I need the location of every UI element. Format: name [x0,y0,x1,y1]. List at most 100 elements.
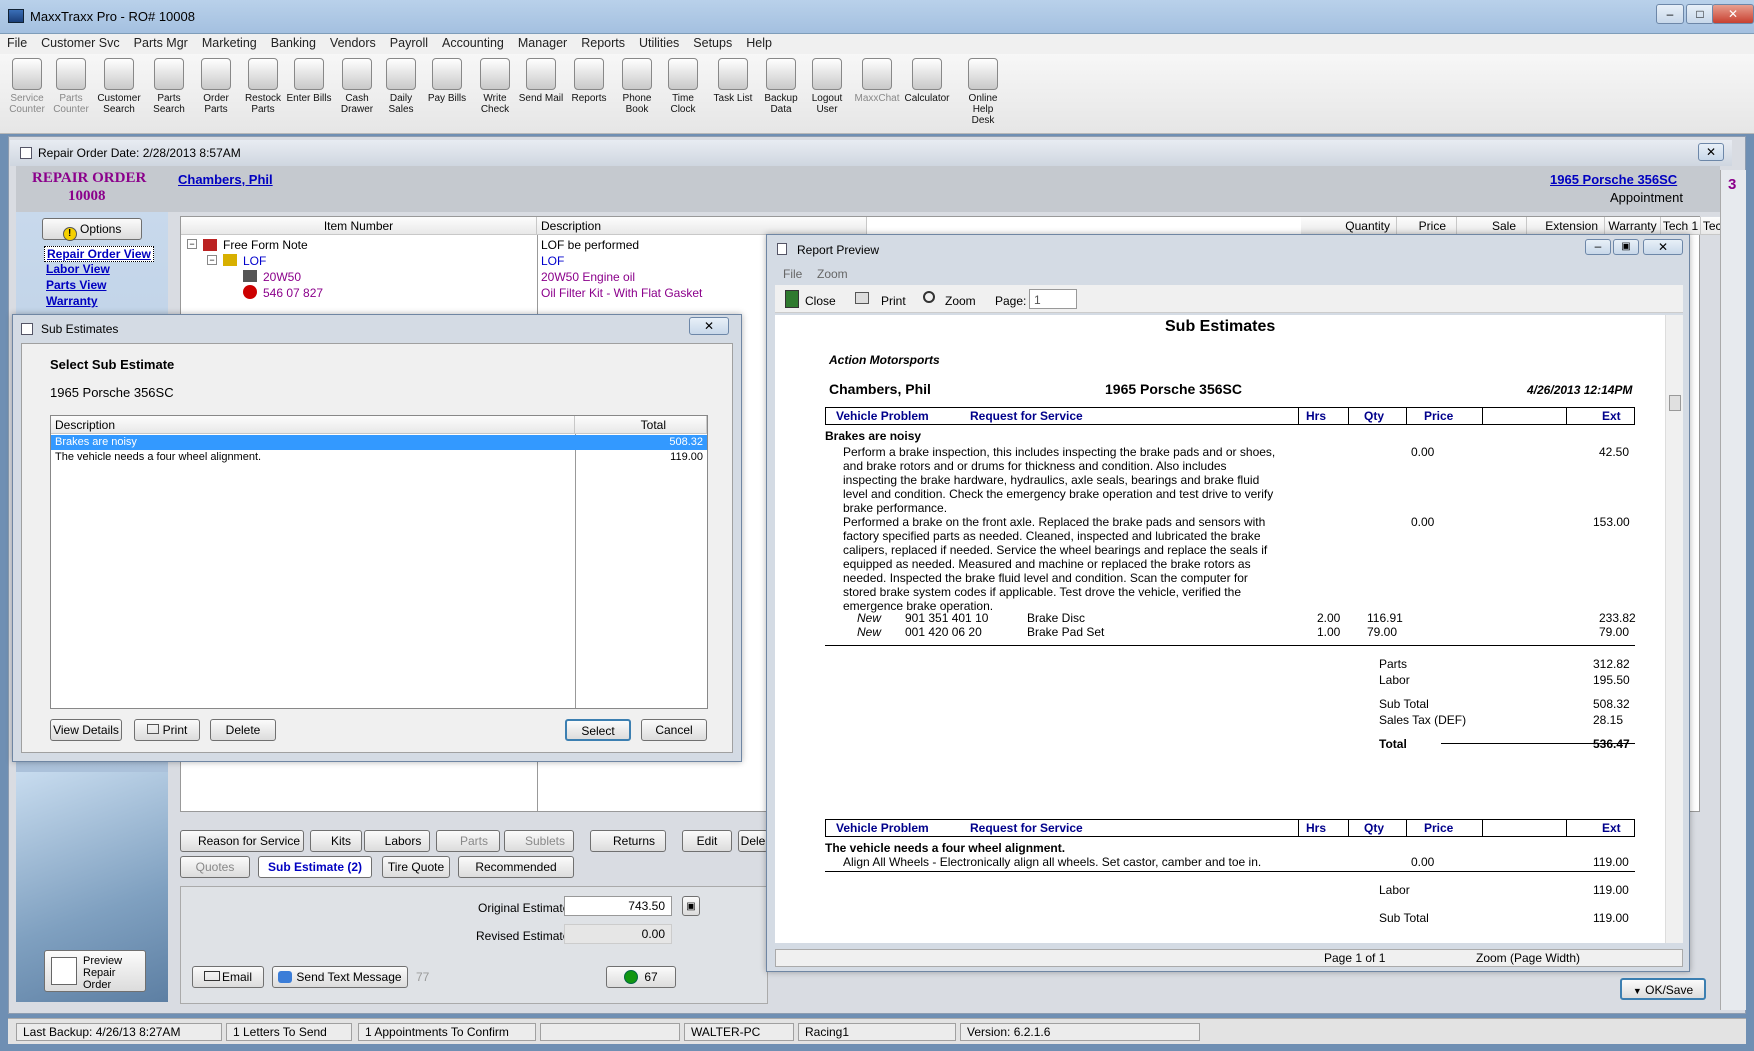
minimize-button[interactable]: – [1656,4,1684,24]
menu-payroll[interactable]: Payroll [383,34,435,52]
toolbar-phone-book-button[interactable]: Phone Book [614,58,660,115]
grid-row-desc[interactable]: LOF [541,254,564,268]
menu-accounting[interactable]: Accounting [435,34,511,52]
report-restore-button[interactable]: ▣ [1613,239,1639,255]
menu-help[interactable]: Help [739,34,779,52]
original-estimate-field[interactable]: 743.50 [564,896,672,916]
menu-setups[interactable]: Setups [686,34,739,52]
tree-expand-icon[interactable]: − [187,239,197,249]
nav-repair-order-view[interactable]: Repair Order View [44,246,154,262]
list-item[interactable]: Brakes are noisy 508.32 [51,435,707,450]
menu-manager[interactable]: Manager [511,34,574,52]
report-menu-file[interactable]: File [783,267,802,281]
delete-button[interactable]: Delete [210,719,276,741]
parts-button[interactable]: Parts [436,830,500,852]
report-close-button[interactable]: ✕ [1643,239,1683,255]
select-button[interactable]: Select [565,719,631,741]
email-button[interactable]: Email [192,966,264,988]
reason-for-service-button[interactable]: Reason for Service [180,830,304,852]
toolbar-logout-user-button[interactable]: Logout User [804,58,850,115]
preview-repair-order-button[interactable]: Preview Repair Order [44,950,146,992]
toolbar-enter-bills-button[interactable]: Enter Bills [286,58,332,104]
cancel-button[interactable]: Cancel [641,719,707,741]
sublets-button[interactable]: Sublets [504,830,574,852]
edit-button[interactable]: Edit [682,830,732,852]
menu-customer-svc[interactable]: Customer Svc [34,34,127,52]
maximize-button[interactable]: □ [1686,4,1714,24]
toolbar-service-counter-button[interactable]: Service Counter [4,58,50,115]
door-icon[interactable] [785,290,799,308]
grid-row-item[interactable]: 20W50 [263,270,301,284]
labors-button[interactable]: Labors [364,830,430,852]
nav-warranty[interactable]: Warranty [46,294,98,308]
tab-quotes[interactable]: Quotes [180,856,250,878]
close-button[interactable]: ✕ [1712,4,1754,24]
toolbar-calculator-button[interactable]: Calculator [904,58,950,104]
grid-row-desc[interactable]: 20W50 Engine oil [541,270,635,284]
status-badge[interactable]: 67 [606,966,676,988]
toolbar-write-check-button[interactable]: Write Check [472,58,518,115]
menu-banking[interactable]: Banking [264,34,323,52]
report-close-tb[interactable]: Close [805,294,836,308]
report-print-tb[interactable]: Print [881,294,906,308]
scroll-thumb[interactable] [1669,395,1681,411]
nav-parts-view[interactable]: Parts View [46,278,106,292]
tab-tire-quote[interactable]: Tire Quote [382,856,450,878]
toolbar-customer-search-button[interactable]: Customer Search [96,58,142,115]
toolbar-parts-search-button[interactable]: Parts Search [146,58,192,115]
revised-estimate-field[interactable]: 0.00 [564,924,672,944]
toolbar-online-help-desk-button[interactable]: Online Help Desk [960,58,1006,126]
report-scrollbar[interactable] [1665,315,1683,943]
list-item[interactable]: The vehicle needs a four wheel alignment… [51,450,707,465]
toolbar-daily-sales-button[interactable]: Daily Sales [378,58,424,115]
toolbar-backup-data-button[interactable]: Backup Data [758,58,804,115]
grid-row-item[interactable]: 546 07 827 [263,286,323,300]
report-menu-zoom[interactable]: Zoom [817,267,848,281]
report-minimize-button[interactable]: – [1585,239,1611,255]
page-number-input[interactable]: 1 [1029,289,1077,309]
grid-row-item[interactable]: Free Form Note [223,238,308,252]
toolbar-label: Task List [713,93,753,104]
repair-order-close-button[interactable]: ✕ [1698,143,1724,161]
menu-utilities[interactable]: Utilities [632,34,686,52]
toolbar-restock-parts-button[interactable]: Restock Parts [240,58,286,115]
returns-button[interactable]: Returns [590,830,666,852]
grid-row-desc[interactable]: LOF be performed [541,238,639,252]
send-text-message-button[interactable]: Send Text Message [272,966,408,988]
toolbar-parts-counter-button[interactable]: Parts Counter [48,58,94,115]
view-details-button[interactable]: View Details [50,719,122,741]
col-extension: Extension [1527,217,1605,235]
grid-row-item[interactable]: LOF [243,254,266,268]
lock-button[interactable]: ▣ [682,896,700,916]
tab-sub-estimate[interactable]: Sub Estimate (2) [258,856,372,878]
ok-save-button[interactable]: ▼ OK/Save [1620,978,1706,1000]
menu-marketing[interactable]: Marketing [195,34,264,52]
report-zoom-tb[interactable]: Zoom [945,294,976,308]
kits-button[interactable]: Kits [310,830,362,852]
toolbar-task-list-button[interactable]: Task List [710,58,756,104]
toolbar-reports-button[interactable]: Reports [566,58,612,104]
toolbar-time-clock-button[interactable]: Time Clock [660,58,706,115]
menu-vendors[interactable]: Vendors [323,34,383,52]
toolbar-maxxchat-button[interactable]: MaxxChat [854,58,900,104]
delete-line-button[interactable]: Dele [738,830,768,852]
sub-estimates-close-button[interactable]: ✕ [689,317,729,335]
menu-parts-mgr[interactable]: Parts Mgr [127,34,195,52]
menu-file[interactable]: File [0,34,34,52]
customer-link[interactable]: Chambers, Phil [178,172,273,187]
magnifier-icon[interactable] [923,291,935,303]
list-item-total: 508.32 [669,436,703,448]
options-button[interactable]: ! Options [42,218,142,241]
report-printer-icon[interactable] [855,292,869,304]
print-button[interactable]: Print [134,719,200,741]
tab-recommended[interactable]: Recommended [458,856,574,878]
tree-expand-icon[interactable]: − [207,255,217,265]
menu-reports[interactable]: Reports [574,34,632,52]
toolbar-cash-drawer-button[interactable]: Cash Drawer [334,58,380,115]
toolbar-order-parts-button[interactable]: Order Parts [193,58,239,115]
vehicle-link[interactable]: 1965 Porsche 356SC [1550,172,1677,187]
toolbar-pay-bills-button[interactable]: Pay Bills [424,58,470,104]
grid-row-desc[interactable]: Oil Filter Kit - With Flat Gasket [541,286,702,300]
nav-labor-view[interactable]: Labor View [46,262,110,276]
toolbar-send-mail-button[interactable]: Send Mail [518,58,564,104]
